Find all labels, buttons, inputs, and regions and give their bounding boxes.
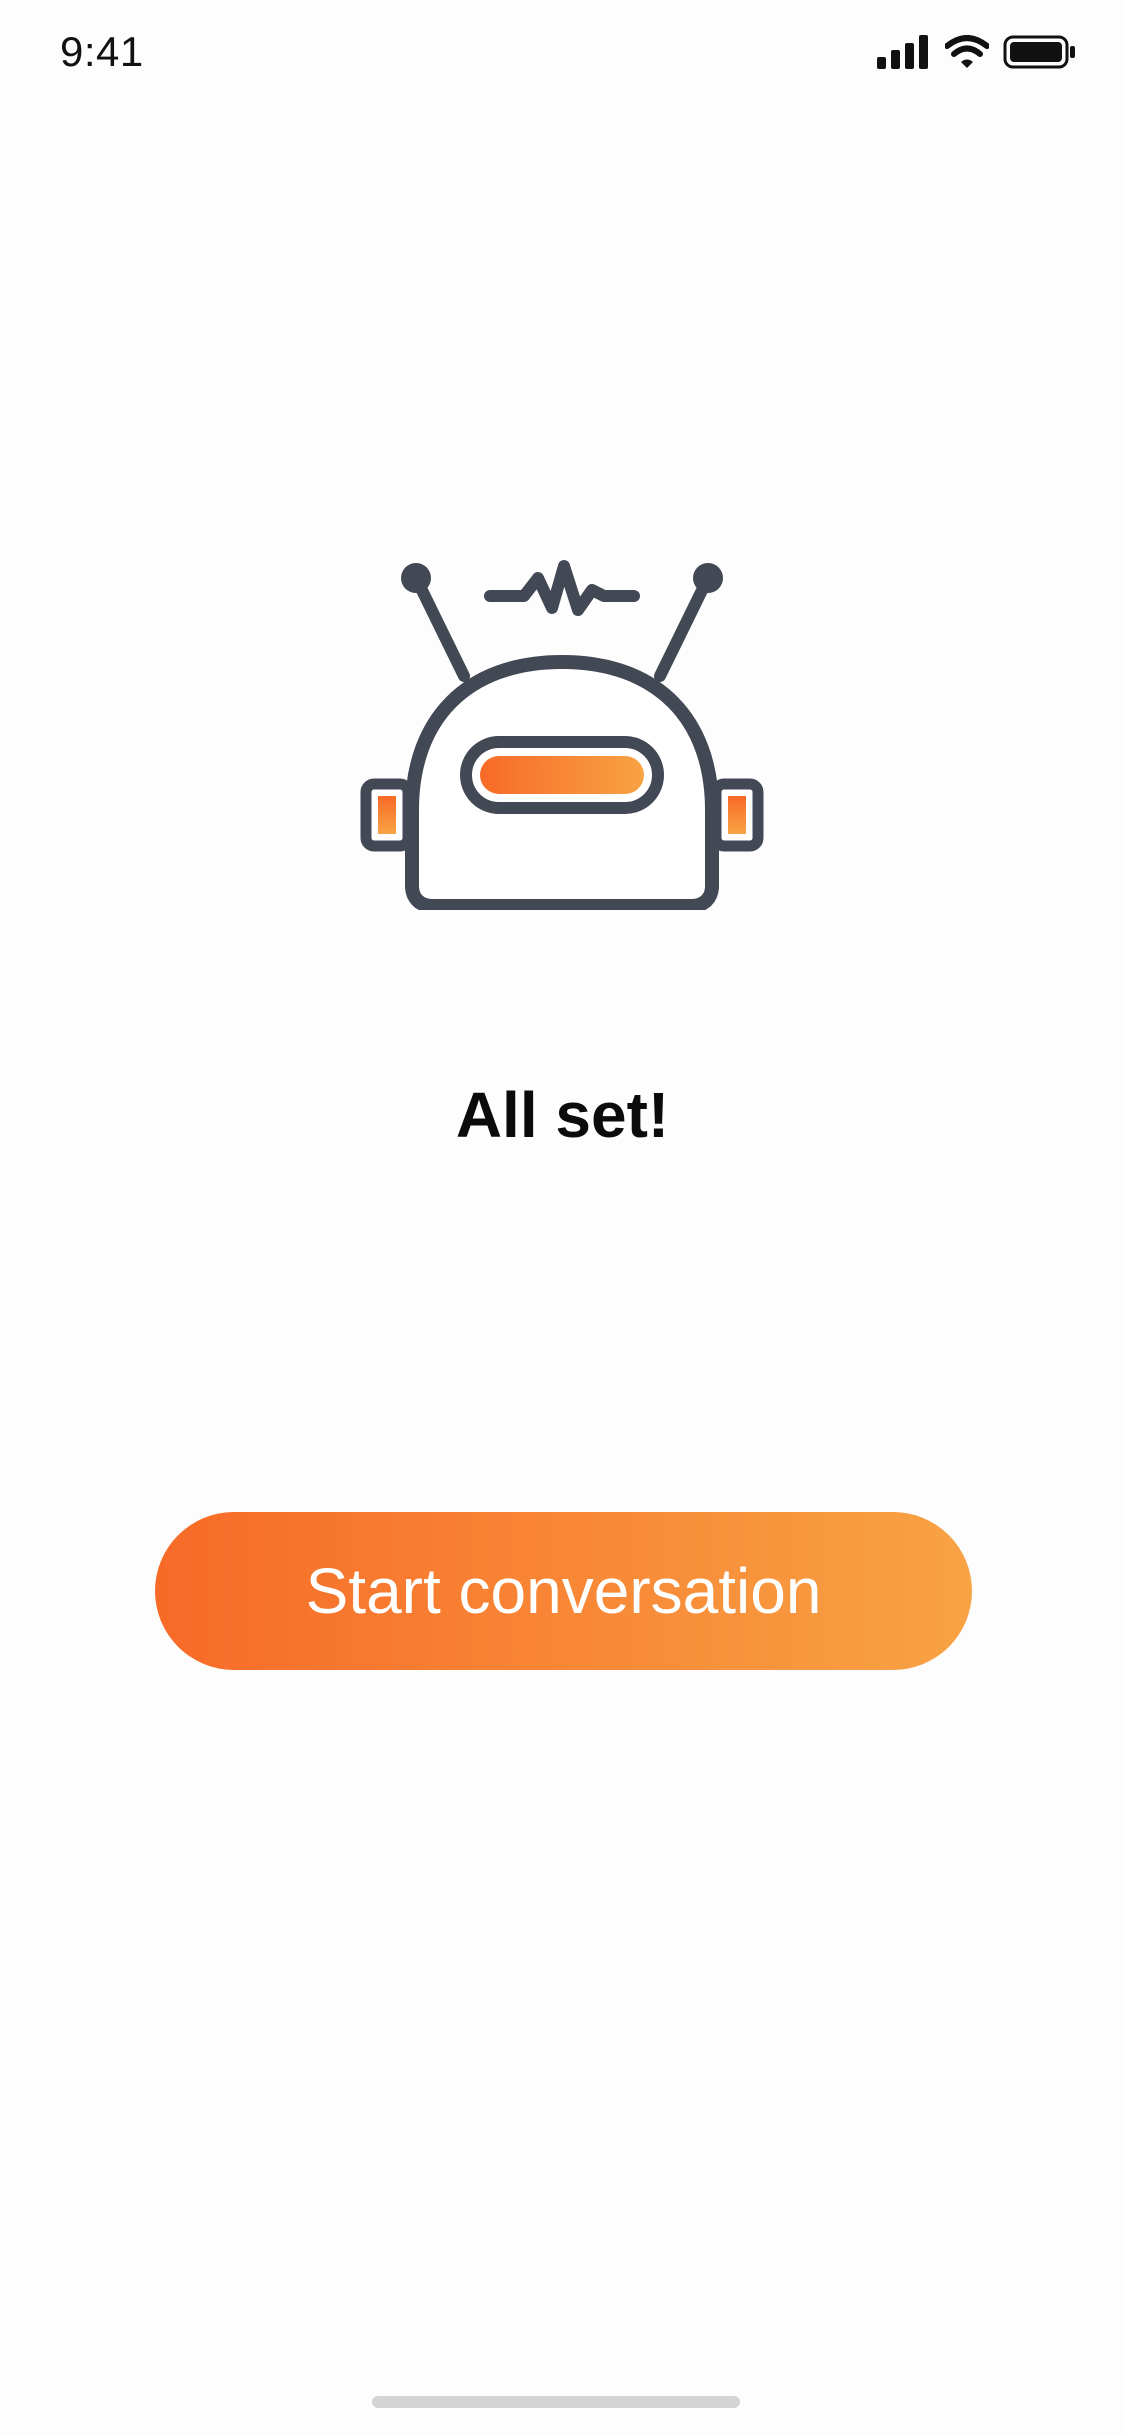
home-indicator[interactable] (372, 2396, 740, 2408)
battery-icon (1003, 34, 1077, 70)
status-bar: 9:41 (0, 0, 1125, 110)
status-time: 9:41 (60, 28, 144, 75)
robot-icon (356, 550, 768, 913)
cellular-signal-icon (877, 35, 931, 69)
wifi-icon (945, 35, 989, 69)
status-icons (877, 34, 1077, 70)
page-title: All set! (455, 1079, 670, 1151)
start-conversation-button[interactable]: Start conversation (155, 1512, 972, 1670)
